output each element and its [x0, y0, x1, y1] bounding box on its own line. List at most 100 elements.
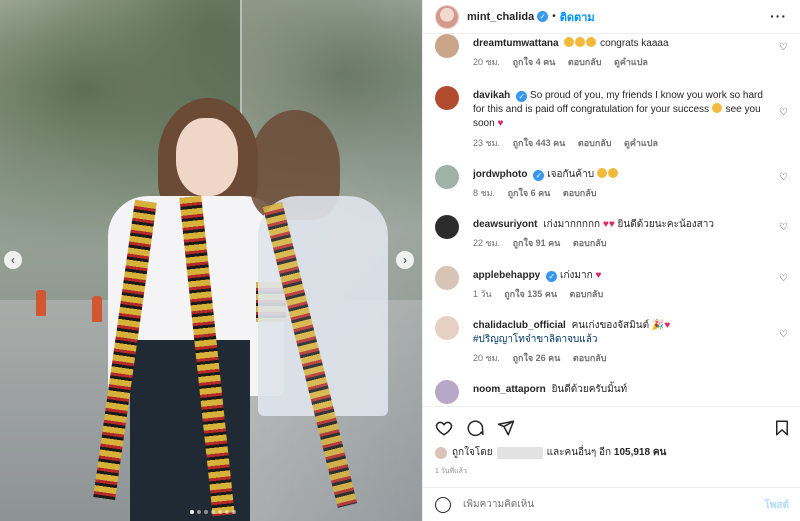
bookmark-icon[interactable]	[773, 419, 791, 437]
comment-time[interactable]: 8 ชม.	[473, 188, 495, 198]
red-heart-icon: ♥	[595, 270, 602, 281]
heart-icon[interactable]: ♡	[779, 108, 789, 118]
comment-item: noom_attaporn ยินดีด้วยครับมิ้นท์	[435, 380, 789, 406]
reply-button[interactable]: ตอบกลับ	[573, 353, 607, 363]
comment-item: chalidaclub_official คนเก่งของจัสมินต์ 🎉…	[435, 316, 789, 366]
comment-time[interactable]: 1 วัน	[473, 289, 492, 299]
comment-likes[interactable]: ถูกใจ 6 คน	[508, 188, 551, 198]
avatar	[435, 446, 447, 459]
comment-username[interactable]: davikah	[473, 90, 510, 101]
reply-button[interactable]: ตอบกลับ	[578, 138, 612, 148]
heart-icon[interactable]: ♡	[779, 43, 789, 53]
avatar[interactable]	[435, 215, 459, 239]
carousel-dot	[204, 510, 208, 514]
red-heart-icon: ♥	[497, 118, 504, 129]
comment-text: คนเก่งของจัสมินต์	[571, 320, 650, 331]
heart-icon[interactable]	[435, 419, 453, 437]
likes-suffix: และคนอื่นๆ อีก	[546, 447, 612, 458]
post-author[interactable]: mint_chalida	[467, 11, 534, 23]
comment-time[interactable]: 22 ชม.	[473, 238, 500, 248]
heart-icon[interactable]: ♡	[779, 330, 789, 340]
comment-likes[interactable]: ถูกใจ 443 คน	[513, 138, 566, 148]
party-emoji-icon: 🎉	[651, 320, 665, 331]
comment-item: applebehappy ✓ เก่งมาก ♥ 1 วัน ถูกใจ 135 …	[435, 266, 789, 306]
reply-button[interactable]: ตอบกลับ	[563, 188, 597, 198]
follow-button[interactable]: ติดตาม	[560, 8, 595, 26]
emoji-icon	[586, 37, 597, 47]
comment-time[interactable]: 23 ชม.	[473, 138, 500, 148]
emoji-icon	[607, 168, 618, 178]
avatar[interactable]	[435, 266, 459, 290]
avatar[interactable]	[435, 4, 459, 29]
comment-username[interactable]: noom_attaporn	[473, 384, 546, 395]
comment-text: เก่งมากกกกก	[543, 219, 601, 230]
comment-username[interactable]: chalidaclub_official	[473, 320, 566, 331]
post-comment-button[interactable]: โพสต์	[764, 498, 789, 513]
heart-icon[interactable]: ♡	[779, 223, 789, 233]
blurred-username	[496, 446, 543, 459]
emoji-icon	[575, 37, 586, 47]
traffic-cone	[36, 290, 46, 316]
comment-text: ยินดีด้วยครับมิ้นท์	[551, 384, 628, 395]
comment-item: deawsuriyont เก่งมากกกกก ♥♥ ยินดีด้วยนะค…	[435, 215, 789, 255]
red-heart-icon: ♥	[664, 320, 671, 331]
comment-likes[interactable]: ถูกใจ 26 คน	[513, 353, 561, 363]
avatar[interactable]	[435, 380, 459, 404]
comment-item: jordwphoto ✓ เจอกันค้าบ 8 ชม. ถูกใจ 6 คน …	[435, 165, 789, 205]
comment-time[interactable]: 20 ชม.	[473, 57, 500, 67]
traffic-cone	[92, 296, 102, 322]
verified-badge-icon: ✓	[533, 170, 545, 181]
send-icon[interactable]	[497, 419, 515, 437]
reply-button[interactable]: ตอบกลับ	[573, 238, 607, 248]
add-comment-bar: โพสต์	[423, 487, 800, 521]
comment-username[interactable]: applebehappy	[473, 270, 540, 281]
likes-summary[interactable]: ถูกใจโดย และคนอื่นๆ อีก 105,918 คน	[435, 445, 666, 460]
verified-badge-icon: ✓	[516, 91, 528, 102]
carousel-dot	[225, 510, 229, 514]
avatar[interactable]	[435, 316, 459, 340]
comments-list: dreamtumwattana congrats kaaaa 20 ชม. ถู…	[423, 34, 800, 406]
comment-text: congrats kaaaa	[600, 38, 669, 49]
comment-text: เจอกันค้าบ	[547, 169, 595, 180]
next-slide-button[interactable]: ›	[396, 251, 414, 269]
comment-item: davikah ✓ So proud of you, my friends I k…	[435, 86, 789, 148]
likes-count[interactable]: 105,918 คน	[614, 445, 666, 460]
comment-icon[interactable]	[466, 419, 484, 437]
avatar[interactable]	[435, 34, 459, 58]
emoji-icon	[596, 168, 607, 178]
comment-text: เก่งมาก	[560, 270, 593, 281]
reply-button[interactable]: ตอบกลับ	[568, 57, 602, 67]
comment-likes[interactable]: ถูกใจ 91 คน	[513, 238, 561, 248]
avatar[interactable]	[435, 165, 459, 189]
comment-username[interactable]: jordwphoto	[473, 169, 527, 180]
prev-slide-button[interactable]: ‹	[4, 251, 22, 269]
carousel-dot	[197, 510, 201, 514]
translate-button[interactable]: ดูคำแปล	[624, 138, 658, 148]
verified-badge-icon: ✓	[546, 271, 558, 282]
post-image[interactable]: ‹ ›	[0, 0, 422, 521]
comment-likes[interactable]: ถูกใจ 135 คน	[504, 289, 557, 299]
emoji-icon	[564, 37, 575, 47]
avatar[interactable]	[435, 86, 459, 110]
reply-button[interactable]: ตอบกลับ	[570, 289, 604, 299]
comment-input[interactable]	[463, 499, 743, 510]
hashtag-link[interactable]: #ปริญญาโทจ๋าขาลิดาจบแล้ว	[473, 334, 597, 345]
comment-username[interactable]: deawsuriyont	[473, 219, 537, 230]
translate-button[interactable]: ดูคำแปล	[614, 57, 648, 67]
likes-prefix: ถูกใจโดย	[452, 447, 493, 458]
heart-icon[interactable]: ♡	[779, 274, 789, 284]
heart-icon[interactable]: ♡	[779, 173, 789, 183]
comment-username[interactable]: dreamtumwattana	[473, 38, 559, 49]
emoji-icon	[711, 103, 722, 113]
carousel-dot	[232, 510, 236, 514]
carousel-dot	[211, 510, 215, 514]
post-date[interactable]: 1 วันที่แล้ว	[435, 466, 467, 477]
separator-dot: •	[552, 11, 556, 22]
carousel-dot	[190, 510, 194, 514]
comment-likes[interactable]: ถูกใจ 4 คน	[513, 57, 556, 67]
more-horizontal-icon[interactable]: ···	[770, 8, 787, 24]
emoji-picker-icon[interactable]	[435, 496, 451, 513]
post-header: mint_chalida ✓ • ติดตาม ···	[423, 0, 800, 34]
comments-panel: mint_chalida ✓ • ติดตาม ··· dreamtumwatt…	[422, 0, 800, 521]
comment-time[interactable]: 20 ชม.	[473, 353, 500, 363]
